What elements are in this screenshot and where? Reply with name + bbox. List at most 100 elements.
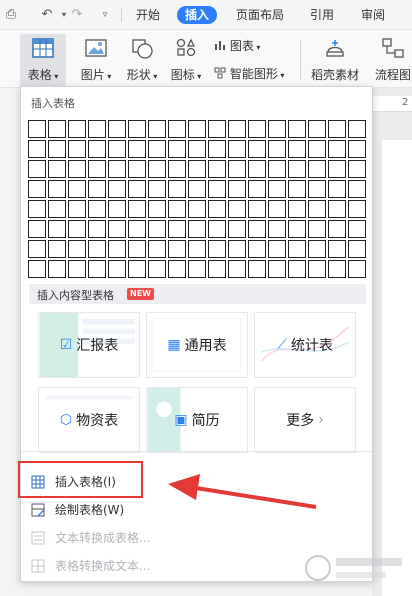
menu-item-draw-table[interactable]: 绘制表格(W) xyxy=(21,496,372,524)
grid-cell[interactable] xyxy=(248,140,266,158)
grid-cell[interactable] xyxy=(208,200,226,218)
grid-cell[interactable] xyxy=(348,200,366,218)
picture-button[interactable]: 图片 ▾ xyxy=(76,34,116,86)
materials-button[interactable]: 稻壳素材 xyxy=(308,34,362,86)
grid-cell[interactable] xyxy=(68,120,86,138)
grid-cell[interactable] xyxy=(188,200,206,218)
grid-cell[interactable] xyxy=(188,180,206,198)
tab-insert[interactable]: 插入 xyxy=(177,6,218,24)
grid-cell[interactable] xyxy=(48,240,66,258)
grid-cell[interactable] xyxy=(128,180,146,198)
grid-cell[interactable] xyxy=(108,160,126,178)
grid-cell[interactable] xyxy=(348,240,366,258)
grid-cell[interactable] xyxy=(28,140,46,158)
grid-cell[interactable] xyxy=(168,260,186,278)
grid-cell[interactable] xyxy=(208,140,226,158)
shape-button[interactable]: 形状 ▾ xyxy=(122,34,162,86)
report-table-card[interactable]: ☑ 汇报表 xyxy=(38,312,140,378)
tab-review[interactable]: 审阅 xyxy=(361,6,385,24)
grid-cell[interactable] xyxy=(88,220,106,238)
grid-cell[interactable] xyxy=(208,240,226,258)
grid-cell[interactable] xyxy=(108,140,126,158)
grid-cell[interactable] xyxy=(188,120,206,138)
grid-cell[interactable] xyxy=(128,140,146,158)
grid-cell[interactable] xyxy=(288,200,306,218)
grid-cell[interactable] xyxy=(68,220,86,238)
grid-cell[interactable] xyxy=(48,180,66,198)
grid-cell[interactable] xyxy=(288,140,306,158)
grid-cell[interactable] xyxy=(228,240,246,258)
grid-cell[interactable] xyxy=(28,240,46,258)
chart-button[interactable]: 图表 ▾ xyxy=(214,36,260,56)
grid-cell[interactable] xyxy=(108,200,126,218)
grid-cell[interactable] xyxy=(308,220,326,238)
grid-cell[interactable] xyxy=(88,140,106,158)
tab-start[interactable]: 开始 xyxy=(136,6,160,24)
grid-cell[interactable] xyxy=(128,200,146,218)
grid-cell[interactable] xyxy=(148,180,166,198)
grid-cell[interactable] xyxy=(68,200,86,218)
grid-cell[interactable] xyxy=(308,200,326,218)
table-button[interactable]: 表格 ▾ xyxy=(20,34,66,86)
grid-cell[interactable] xyxy=(128,260,146,278)
grid-cell[interactable] xyxy=(228,180,246,198)
grid-cell[interactable] xyxy=(28,120,46,138)
resume-card[interactable]: ▣ 简历 xyxy=(146,387,248,453)
grid-cell[interactable] xyxy=(328,120,346,138)
grid-cell[interactable] xyxy=(248,260,266,278)
grid-cell[interactable] xyxy=(328,240,346,258)
grid-cell[interactable] xyxy=(328,160,346,178)
grid-cell[interactable] xyxy=(108,120,126,138)
grid-cell[interactable] xyxy=(68,140,86,158)
grid-cell[interactable] xyxy=(208,120,226,138)
grid-cell[interactable] xyxy=(208,220,226,238)
grid-cell[interactable] xyxy=(88,180,106,198)
grid-cell[interactable] xyxy=(68,260,86,278)
materials-table-card[interactable]: ⬡ 物资表 xyxy=(38,387,140,453)
print-preview-icon[interactable]: ⎙ xyxy=(2,6,20,24)
grid-cell[interactable] xyxy=(148,140,166,158)
grid-cell[interactable] xyxy=(188,140,206,158)
grid-cell[interactable] xyxy=(208,160,226,178)
grid-cell[interactable] xyxy=(248,220,266,238)
grid-cell[interactable] xyxy=(108,260,126,278)
grid-cell[interactable] xyxy=(168,220,186,238)
grid-cell[interactable] xyxy=(28,180,46,198)
grid-cell[interactable] xyxy=(108,220,126,238)
grid-cell[interactable] xyxy=(288,180,306,198)
grid-cell[interactable] xyxy=(328,180,346,198)
grid-cell[interactable] xyxy=(268,200,286,218)
grid-cell[interactable] xyxy=(268,140,286,158)
grid-cell[interactable] xyxy=(128,240,146,258)
grid-cell[interactable] xyxy=(188,260,206,278)
grid-cell[interactable] xyxy=(348,120,366,138)
grid-cell[interactable] xyxy=(48,160,66,178)
grid-cell[interactable] xyxy=(208,260,226,278)
grid-cell[interactable] xyxy=(268,180,286,198)
grid-cell[interactable] xyxy=(328,220,346,238)
grid-cell[interactable] xyxy=(148,220,166,238)
grid-cell[interactable] xyxy=(28,220,46,238)
grid-cell[interactable] xyxy=(88,160,106,178)
statistics-table-card[interactable]: ⟋ 统计表 xyxy=(254,312,356,378)
document-page[interactable] xyxy=(382,140,412,596)
grid-cell[interactable] xyxy=(168,140,186,158)
grid-cell[interactable] xyxy=(308,260,326,278)
grid-cell[interactable] xyxy=(88,120,106,138)
grid-cell[interactable] xyxy=(28,200,46,218)
tab-references[interactable]: 引用 xyxy=(310,6,334,24)
grid-cell[interactable] xyxy=(248,200,266,218)
grid-cell[interactable] xyxy=(268,160,286,178)
grid-cell[interactable] xyxy=(248,180,266,198)
icon-button[interactable]: 图标 ▾ xyxy=(166,34,206,86)
grid-cell[interactable] xyxy=(308,160,326,178)
grid-cell[interactable] xyxy=(108,180,126,198)
grid-cell[interactable] xyxy=(48,120,66,138)
grid-cell[interactable] xyxy=(348,160,366,178)
grid-cell[interactable] xyxy=(248,160,266,178)
grid-cell[interactable] xyxy=(348,220,366,238)
more-templates-card[interactable]: 更多 › xyxy=(254,387,356,453)
grid-cell[interactable] xyxy=(228,160,246,178)
grid-cell[interactable] xyxy=(88,200,106,218)
grid-cell[interactable] xyxy=(348,180,366,198)
